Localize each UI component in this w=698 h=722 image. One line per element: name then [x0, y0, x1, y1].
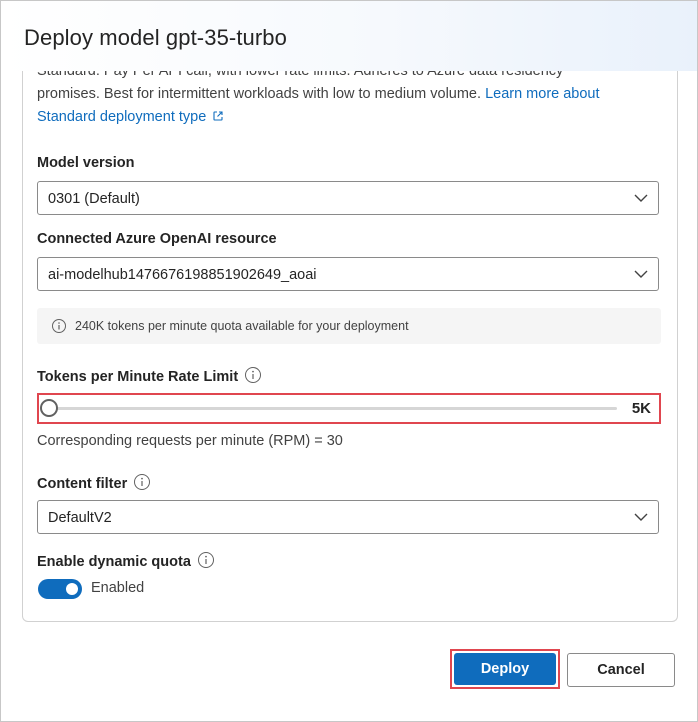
rate-limit-slider-thumb[interactable]: [40, 399, 58, 417]
rate-limit-slider-track[interactable]: [49, 407, 617, 410]
chevron-down-icon: [634, 194, 648, 202]
description-line-1: Standard: Pay Per API call, with lower r…: [37, 71, 564, 79]
content-filter-dropdown[interactable]: DefaultV2: [37, 500, 659, 534]
deployment-type-description: Standard: Pay Per API call, with lower r…: [37, 71, 667, 129]
resource-value: ai-modelhub1476676198851902649_aoai: [48, 267, 317, 283]
content-filter-label: Content filter: [37, 473, 151, 492]
resource-dropdown[interactable]: ai-modelhub1476676198851902649_aoai: [37, 257, 659, 291]
info-icon: [52, 319, 66, 333]
description-line-2: promises. Best for intermittent workload…: [37, 86, 486, 102]
deploy-button-highlight: Deploy: [450, 649, 560, 689]
rate-limit-slider-highlight: 5K: [37, 393, 661, 424]
dynamic-quota-toggle[interactable]: [38, 579, 82, 599]
cancel-button[interactable]: Cancel: [567, 653, 675, 687]
model-version-label: Model version: [37, 155, 135, 171]
rpm-text: Corresponding requests per minute (RPM) …: [37, 433, 343, 449]
dynamic-quota-state: Enabled: [91, 580, 145, 596]
chevron-down-icon: [634, 513, 648, 521]
chevron-down-icon: [634, 270, 648, 278]
dialog-title: Deploy model gpt-35-turbo: [24, 25, 287, 50]
info-icon[interactable]: [133, 473, 151, 491]
rate-limit-label: Tokens per Minute Rate Limit: [37, 366, 262, 385]
resource-label: Connected Azure OpenAI resource: [37, 231, 277, 247]
model-version-value: 0301 (Default): [48, 191, 140, 207]
external-link-icon: [213, 111, 223, 121]
rate-limit-value: 5K: [631, 400, 651, 417]
toggle-knob: [66, 583, 78, 595]
content-filter-value: DefaultV2: [48, 510, 112, 526]
model-version-dropdown[interactable]: 0301 (Default): [37, 181, 659, 215]
deploy-dialog: Deploy model gpt-35-turbo Standard: Pay …: [0, 0, 698, 722]
quota-info-bar: 240K tokens per minute quota available f…: [37, 308, 661, 344]
dynamic-quota-label: Enable dynamic quota: [37, 551, 215, 570]
dialog-header: Deploy model gpt-35-turbo: [1, 1, 697, 71]
deploy-button[interactable]: Deploy: [454, 653, 556, 685]
info-icon[interactable]: [197, 551, 215, 569]
deployment-settings-panel[interactable]: Standard: Pay Per API call, with lower r…: [22, 71, 678, 622]
info-icon[interactable]: [244, 366, 262, 384]
quota-info-text: 240K tokens per minute quota available f…: [75, 319, 409, 333]
